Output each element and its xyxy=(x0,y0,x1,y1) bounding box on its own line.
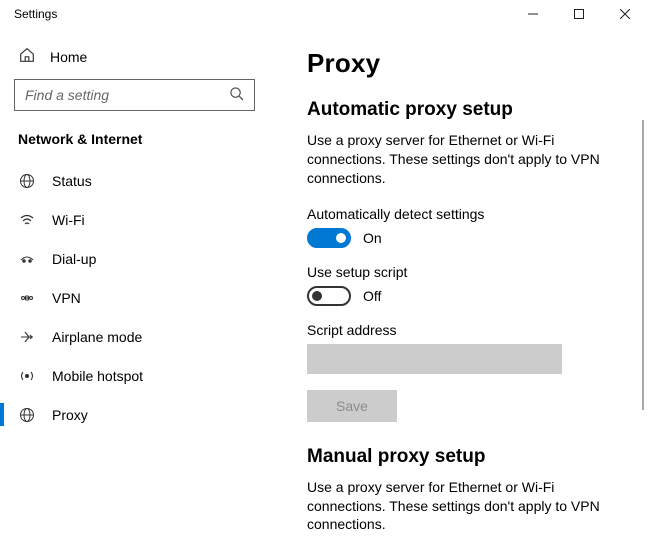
sidebar-item-hotspot[interactable]: Mobile hotspot xyxy=(0,356,269,395)
sidebar-item-vpn[interactable]: VPN xyxy=(0,278,269,317)
script-address-label: Script address xyxy=(307,322,618,338)
sidebar-item-dialup[interactable]: Dial-up xyxy=(0,239,269,278)
sidebar-item-label: Proxy xyxy=(52,407,88,423)
airplane-icon xyxy=(18,329,36,345)
close-button[interactable] xyxy=(602,0,648,28)
home-nav[interactable]: Home xyxy=(12,40,257,79)
titlebar: Settings xyxy=(0,0,648,30)
close-icon xyxy=(620,9,630,19)
sidebar-item-airplane[interactable]: Airplane mode xyxy=(0,317,269,356)
sidebar-item-label: Dial-up xyxy=(52,251,96,267)
maximize-icon xyxy=(574,9,584,19)
search-input[interactable] xyxy=(25,87,229,103)
sidebar-item-label: Mobile hotspot xyxy=(52,368,143,384)
sidebar-item-label: VPN xyxy=(52,290,81,306)
section-heading-auto: Automatic proxy setup xyxy=(307,99,618,121)
sidebar-item-label: Airplane mode xyxy=(52,329,142,345)
sidebar: Home Network & Internet Status Wi-Fi xyxy=(0,30,269,542)
globe-icon xyxy=(18,407,36,423)
globe-icon xyxy=(18,173,36,189)
detect-toggle[interactable] xyxy=(307,228,351,248)
content-pane: Proxy Automatic proxy setup Use a proxy … xyxy=(269,30,648,542)
page-title: Proxy xyxy=(307,48,618,79)
section-heading-manual: Manual proxy setup xyxy=(307,446,618,468)
scrollbar[interactable] xyxy=(642,120,644,410)
hotspot-icon xyxy=(18,368,36,384)
vpn-icon xyxy=(18,290,36,306)
script-toggle[interactable] xyxy=(307,286,351,306)
save-button: Save xyxy=(307,390,397,422)
detect-label: Automatically detect settings xyxy=(307,206,618,222)
sidebar-item-status[interactable]: Status xyxy=(0,161,269,200)
section-desc-manual: Use a proxy server for Ethernet or Wi-Fi… xyxy=(307,478,618,535)
script-toggle-state: Off xyxy=(363,288,381,304)
home-icon xyxy=(18,46,36,67)
section-desc-auto: Use a proxy server for Ethernet or Wi-Fi… xyxy=(307,131,618,188)
sidebar-item-proxy[interactable]: Proxy xyxy=(0,395,269,434)
window-controls xyxy=(510,0,648,28)
minimize-button[interactable] xyxy=(510,0,556,28)
home-label: Home xyxy=(50,49,87,65)
dialup-icon xyxy=(18,251,36,267)
search-box[interactable] xyxy=(14,79,255,111)
sidebar-item-label: Status xyxy=(52,173,92,189)
window-title: Settings xyxy=(14,0,57,21)
sidebar-nav: Status Wi-Fi Dial-up VPN Airplane mode xyxy=(0,161,269,434)
search-icon xyxy=(229,86,244,104)
sidebar-item-label: Wi-Fi xyxy=(52,212,85,228)
sidebar-item-wifi[interactable]: Wi-Fi xyxy=(0,200,269,239)
maximize-button[interactable] xyxy=(556,0,602,28)
wifi-icon xyxy=(18,212,36,228)
minimize-icon xyxy=(528,9,538,19)
script-address-input xyxy=(307,344,562,374)
script-toggle-label: Use setup script xyxy=(307,264,618,280)
category-header: Network & Internet xyxy=(12,127,257,161)
detect-toggle-state: On xyxy=(363,230,382,246)
